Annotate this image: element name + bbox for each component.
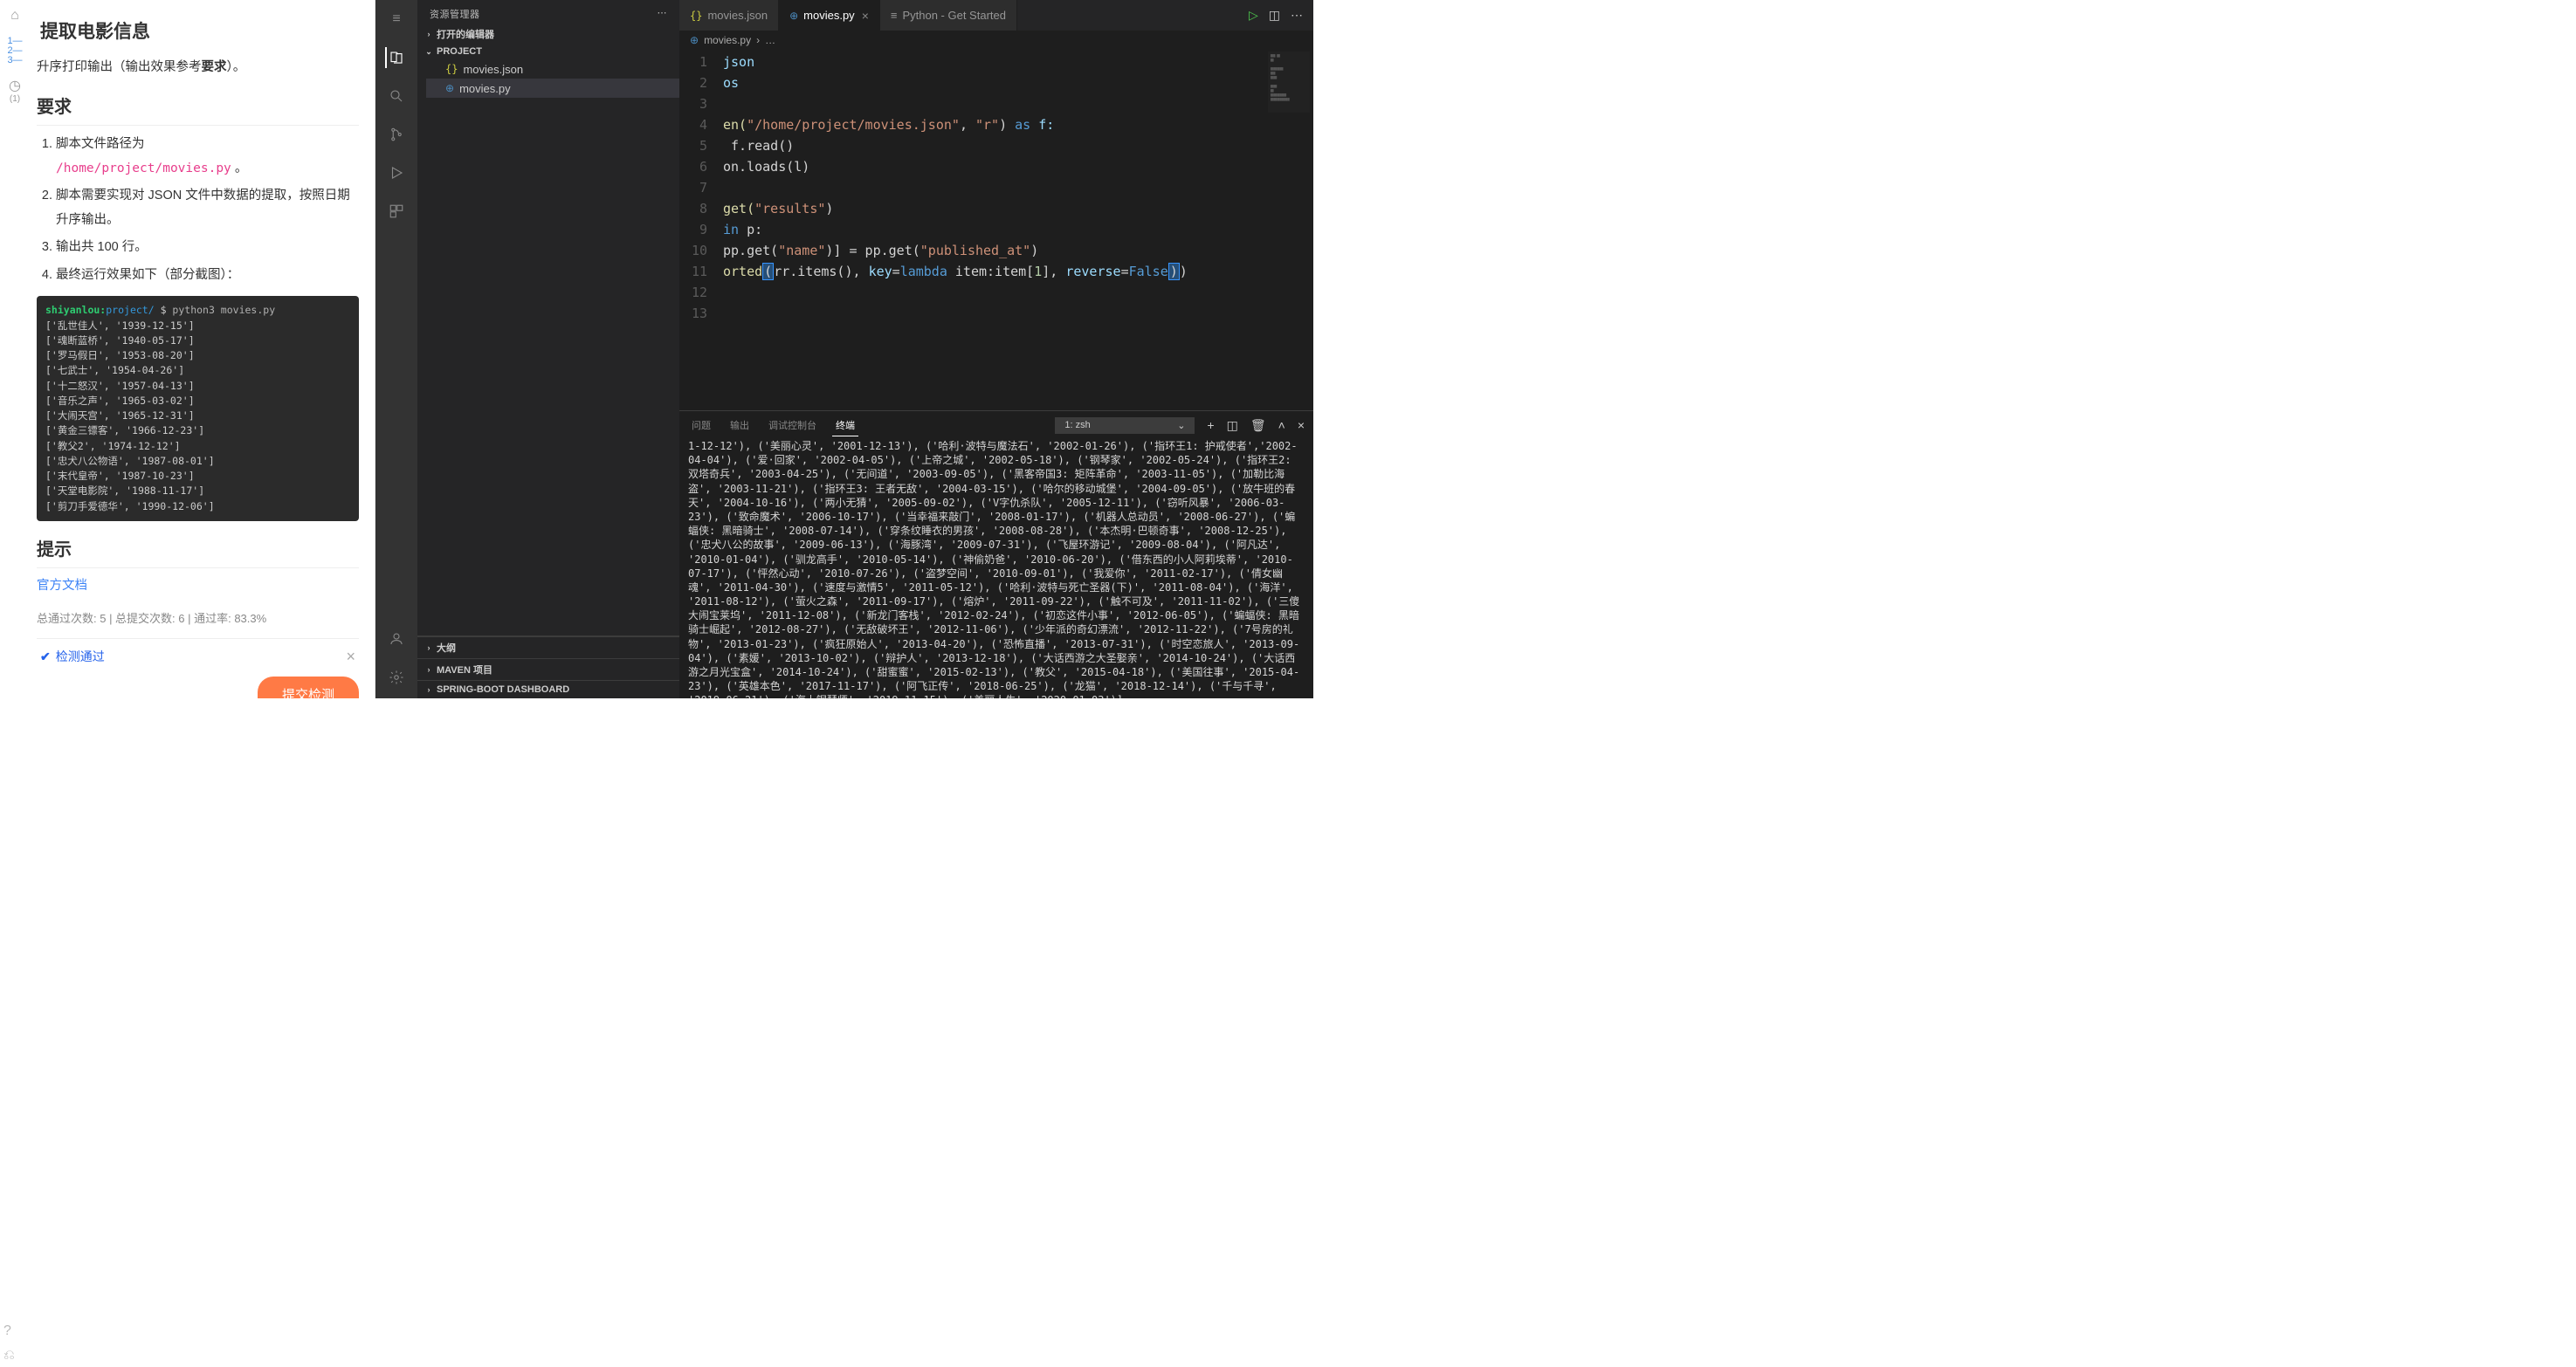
alert-text: 检测通过 [56,648,105,665]
close-icon[interactable]: × [862,9,869,23]
more-icon[interactable]: ⋯ [1291,8,1303,23]
example-output: shiyanlou:project/ $ python3 movies.py [… [37,296,359,521]
file-item-json[interactable]: {}movies.json [426,59,679,79]
chevron-down-icon: ⌄ [1177,420,1185,431]
stats-line: 总通过次数: 5 | 总提交次数: 6 | 通过率: 83.3% [37,609,359,626]
outline-section[interactable]: ›大纲 [417,636,679,658]
clock-count: (1) [10,94,20,104]
tab-movies-json[interactable]: {}movies.json [679,0,779,31]
script-path: /home/project/movies.py [56,161,231,175]
breadcrumb[interactable]: ⊕movies.py›… [679,31,1313,50]
python-icon: ⊕ [690,34,699,46]
exit-icon[interactable]: ⎌ [3,1348,15,1364]
source-control-icon[interactable] [386,124,407,145]
home-icon[interactable]: ⌂ [6,7,24,24]
bottom-panel: 问题 输出 调试控制台 终端 1: zsh⌄ + ◫ 🗑 ˄ × 1-12-12… [679,410,1313,698]
json-icon: {} [690,10,702,22]
tips-heading: 提示 [37,535,359,568]
requirement-item: 输出共 100 行。 [56,236,359,260]
tab-python-get-started[interactable]: ≡Python - Get Started [880,0,1017,31]
line-gutter: 12345678910111213 [679,50,723,410]
tab-bar: {}movies.json ⊕movies.py× ≡Python - Get … [679,0,1313,31]
panel-tab-problems[interactable]: 问题 [688,415,714,436]
new-terminal-icon[interactable]: + [1207,418,1214,432]
check-icon: ✔ [40,649,51,664]
close-icon[interactable]: × [346,648,355,666]
clock-icon[interactable]: ◷ [6,77,24,94]
doc-icon: ≡ [891,9,898,22]
help-icon[interactable]: ? [3,1323,15,1339]
requirement-item: 脚本文件路径为 /home/project/movies.py 。 [56,133,359,181]
terminal-selector[interactable]: 1: zsh⌄ [1055,417,1195,434]
explorer-icon[interactable] [385,47,406,68]
panel-tab-terminal[interactable]: 终端 [832,415,858,436]
account-icon[interactable] [386,629,407,649]
more-icon[interactable]: ⋯ [658,7,668,21]
split-editor-icon[interactable]: ◫ [1269,8,1280,23]
terminal-output[interactable]: 1-12-12'), ('美丽心灵', '2001-12-13'), ('哈利·… [679,439,1313,698]
tab-movies-py[interactable]: ⊕movies.py× [779,0,880,31]
search-icon[interactable] [386,86,407,106]
spring-section[interactable]: ›SPRING-BOOT DASHBOARD [417,680,679,698]
project-section[interactable]: ⌄PROJECT [417,44,679,59]
intro-paragraph: 升序打印输出（输出效果参考要求）。 [37,56,359,79]
steps-icon[interactable]: 1—2—3— [6,42,24,59]
extensions-icon[interactable] [386,201,407,222]
requirement-item: 脚本需要实现对 JSON 文件中数据的提取，按照日期升序输出。 [56,184,359,232]
debug-icon[interactable] [386,162,407,183]
open-editors-section[interactable]: ›打开的编辑器 [417,24,679,44]
minimap[interactable]: ███ ████████████████████████████████████… [1268,52,1310,113]
page-title: 提取电影信息 [40,17,359,44]
explorer-sidebar: 资源管理器 ⋯ ›打开的编辑器 ⌄PROJECT {}movies.json ⊕m… [417,0,679,698]
code-editor[interactable]: 12345678910111213 json os en("/home/proj… [679,50,1313,410]
official-docs-link[interactable]: 官方文档 [37,579,87,593]
panel-tab-debug[interactable]: 调试控制台 [765,415,820,436]
submit-button[interactable]: 提交检测 [258,677,359,698]
file-item-py[interactable]: ⊕movies.py [426,79,679,98]
requirements-heading: 要求 [37,93,359,126]
json-icon: {} [445,63,458,75]
python-icon: ⊕ [445,82,454,94]
gear-icon[interactable] [386,667,407,688]
maven-section[interactable]: ›MAVEN 项目 [417,658,679,680]
maximize-icon[interactable]: ˄ [1278,418,1285,432]
run-icon[interactable]: ▷ [1249,8,1258,23]
split-terminal-icon[interactable]: ◫ [1227,418,1238,433]
activity-bar: ≡ [375,0,417,698]
explorer-title: 资源管理器 [430,7,480,21]
close-panel-icon[interactable]: × [1298,418,1305,432]
requirement-item: 最终运行效果如下（部分截图）： [56,264,359,288]
menu-icon[interactable]: ≡ [386,9,407,30]
code-content[interactable]: json os en("/home/project/movies.json", … [723,50,1313,410]
python-icon: ⊕ [789,10,798,22]
panel-tab-output[interactable]: 输出 [727,415,753,436]
trash-icon[interactable]: 🗑 [1250,418,1266,433]
